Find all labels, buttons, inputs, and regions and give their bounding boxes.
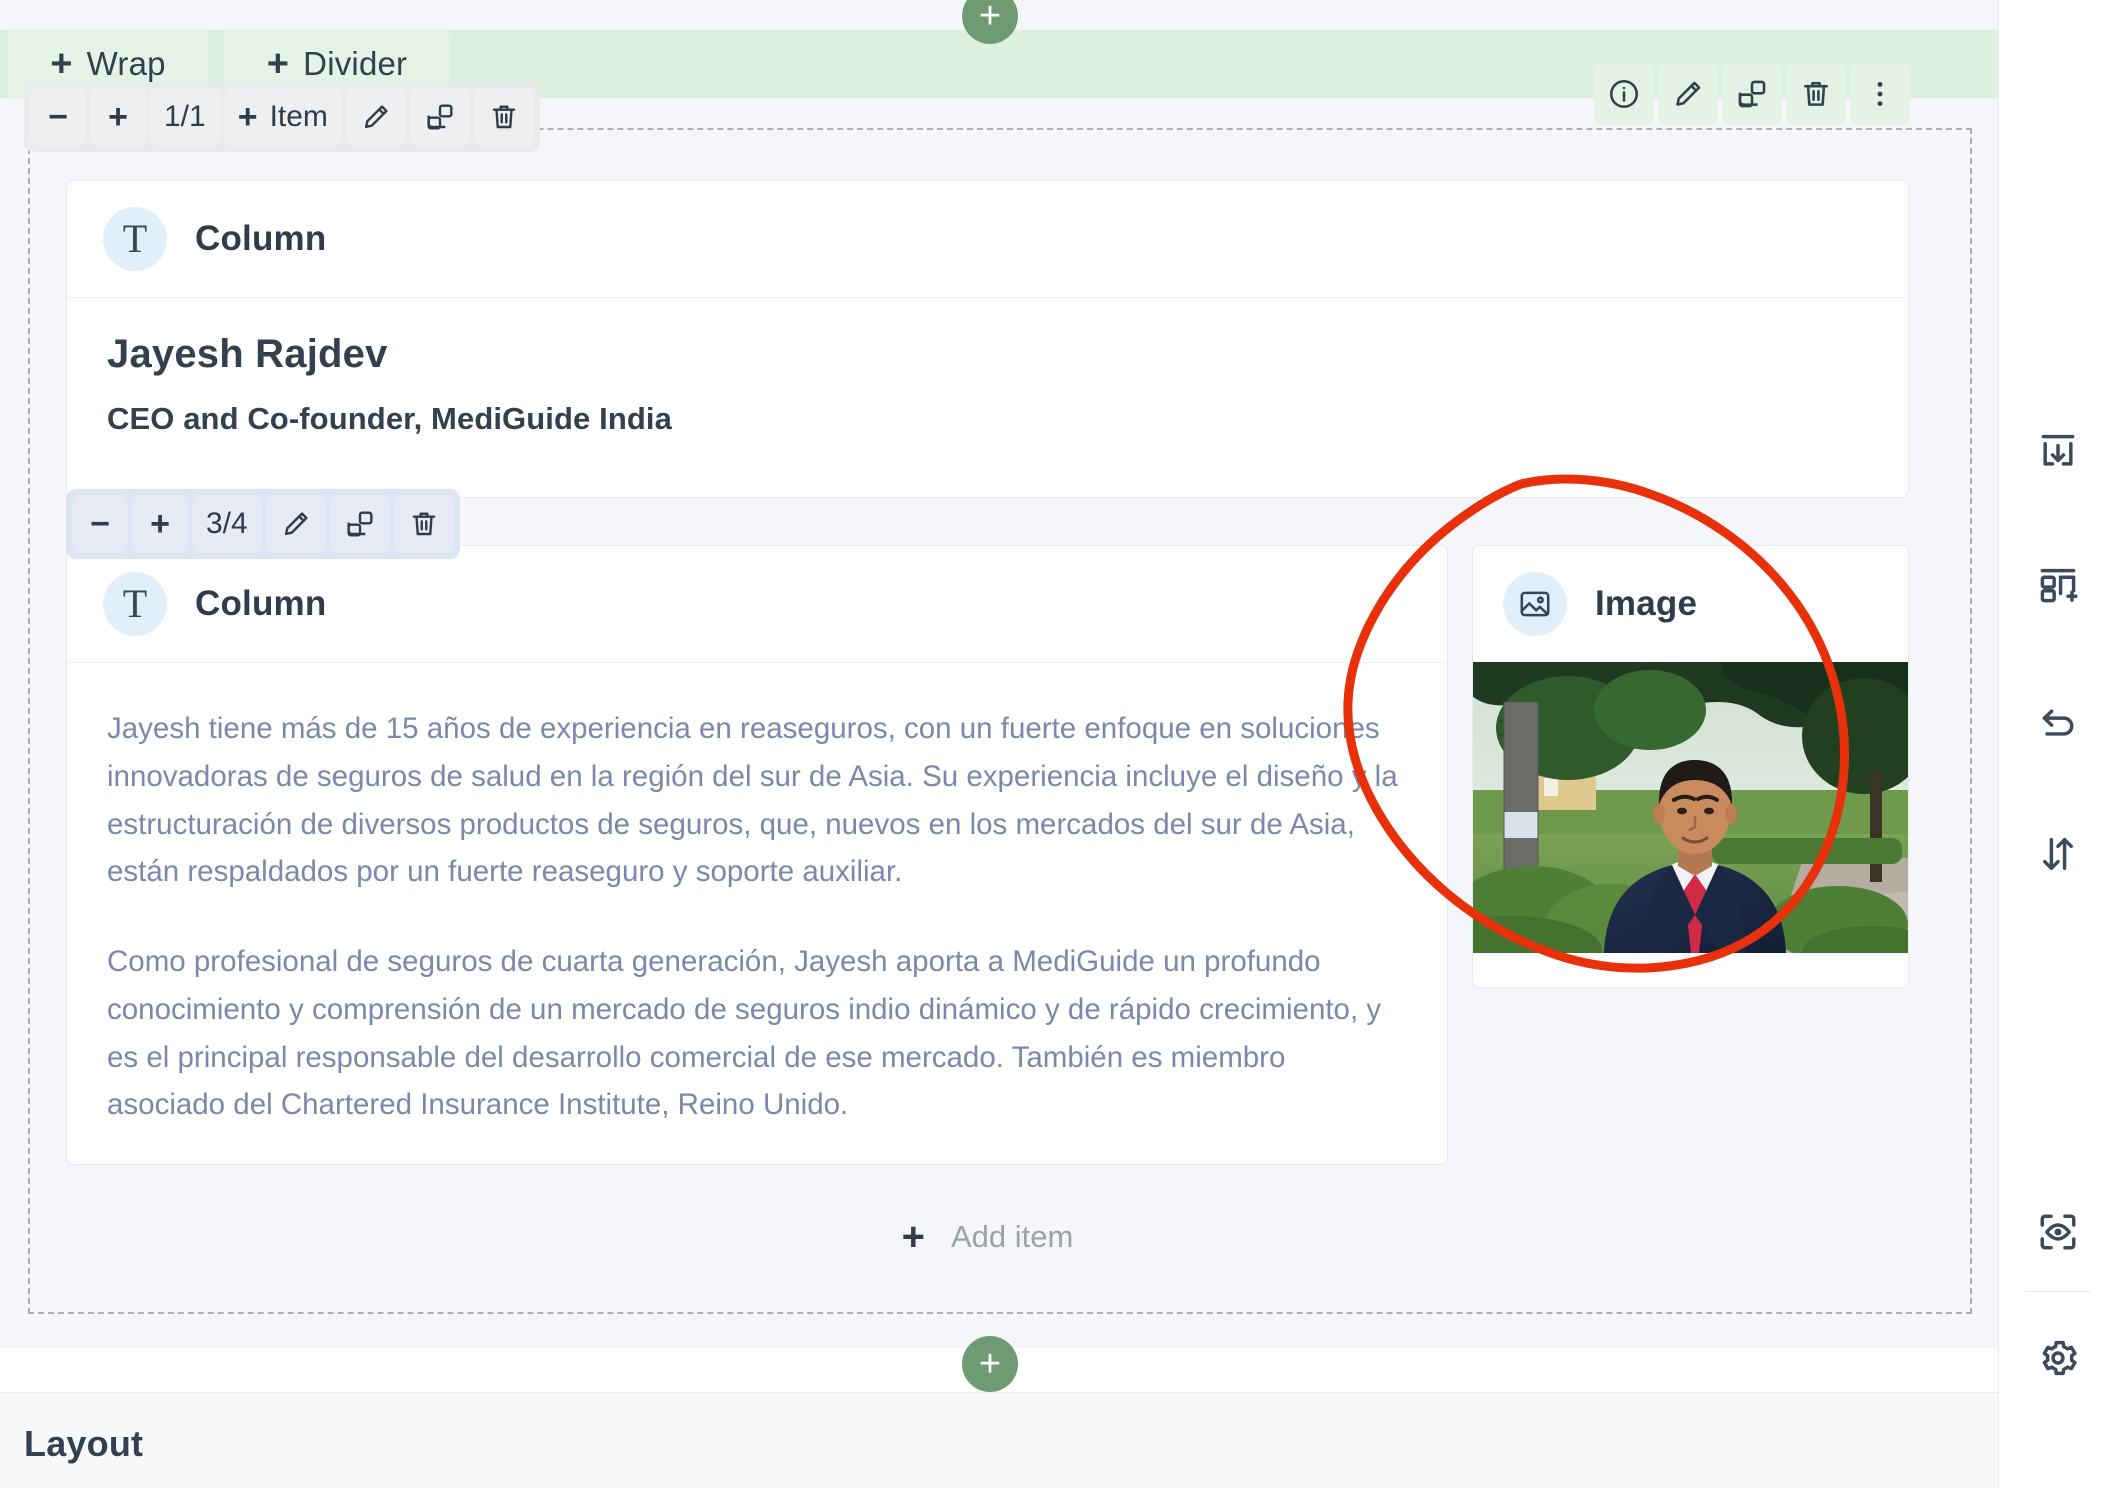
text-glyph: T: [122, 581, 148, 626]
eye-scan-icon: [2040, 1214, 2076, 1250]
info-circle-icon: [1609, 79, 1639, 109]
more-options-button[interactable]: [1850, 63, 1910, 125]
block-type-label: Image: [1595, 584, 1698, 623]
delete-button[interactable]: [1786, 63, 1846, 125]
copy-icon: [347, 511, 373, 537]
bio-paragraph: Como profesional de seguros de cuarta ge…: [107, 945, 1382, 1122]
increase-columns-button[interactable]: +: [132, 495, 188, 553]
undo-button[interactable]: [2026, 688, 2090, 752]
rail-top-group: [1999, 420, 2116, 886]
block-type-label: Column: [195, 219, 327, 258]
duplicate-row-button[interactable]: [329, 495, 390, 553]
preview-button[interactable]: [2026, 1200, 2090, 1264]
person-name: Jayesh Rajdev: [107, 332, 388, 376]
insert-box-down-icon: [2041, 434, 2075, 466]
copy-icon: [427, 104, 453, 130]
pencil-icon: [364, 105, 388, 129]
more-vertical-icon: [1877, 81, 1883, 107]
image-icon: [1503, 572, 1567, 636]
trash-icon: [1804, 81, 1828, 106]
edit-row-button[interactable]: [345, 88, 406, 146]
duplicate-row-button[interactable]: [409, 88, 470, 146]
trash-icon: [412, 512, 435, 536]
sort-updown-icon: [2043, 837, 2073, 871]
section-actions: [1594, 60, 1910, 128]
duplicate-button[interactable]: [1722, 63, 1782, 125]
row-toolbar-2: − + 3/4: [66, 489, 460, 559]
pencil-icon: [284, 512, 308, 536]
column-block-name[interactable]: T Column Jayesh Rajdev CEO and Co-founde…: [66, 180, 1909, 498]
block-body: Jayesh Rajdev CEO and Co-founder, MediGu…: [67, 298, 1908, 437]
editor-screen: + Wrap + Divider + + T Column Jayesh Raj…: [0, 0, 2116, 1488]
add-item-toolbar-label: Item: [269, 100, 328, 133]
edit-button[interactable]: [1658, 63, 1718, 125]
block-header: Image: [1473, 546, 1908, 662]
ratio-label: 1/1: [164, 100, 206, 133]
decrease-columns-button[interactable]: −: [30, 88, 86, 146]
bottom-panel: Layout: [0, 1392, 1998, 1488]
add-divider-label: Divider: [303, 45, 408, 82]
insert-below-button[interactable]: [2026, 420, 2090, 484]
trash-icon: [492, 105, 516, 129]
block-body: Jayesh tiene más de 15 años de experienc…: [67, 663, 1447, 1129]
editor-canvas: + Wrap + Divider + + T Column Jayesh Raj…: [0, 0, 1998, 1392]
decrease-columns-button[interactable]: −: [72, 495, 128, 553]
block-type-label: Column: [195, 584, 327, 623]
add-item-toolbar-button[interactable]: + Item: [223, 88, 342, 146]
gear-icon: [2042, 1340, 2077, 1376]
photo-illustration: [1473, 662, 1908, 953]
pencil-icon: [1676, 81, 1701, 106]
increase-columns-button[interactable]: +: [90, 88, 146, 146]
add-item-button[interactable]: + Add item: [66, 1200, 1909, 1274]
text-glyph: T: [122, 216, 148, 261]
right-toolbar-rail: [1998, 0, 2116, 1488]
column-block-text[interactable]: T Column Jayesh tiene más de 15 años de …: [66, 545, 1448, 1165]
layout-add-icon: [2040, 568, 2078, 603]
undo-arrow-icon: [2042, 709, 2074, 736]
copy-icon: [1738, 80, 1766, 108]
add-section-bottom-button[interactable]: +: [962, 1336, 1018, 1392]
add-item-label: Add item: [951, 1219, 1074, 1254]
block-header: T Column: [67, 181, 1908, 298]
column-ratio-value[interactable]: 1/1: [150, 88, 220, 146]
edit-row-button[interactable]: [265, 495, 326, 553]
block-header: T Column: [67, 546, 1447, 663]
portrait-photo[interactable]: [1473, 662, 1908, 953]
plus-icon: +: [978, 1343, 1002, 1385]
plus-icon: +: [978, 0, 1002, 37]
bottom-panel-title: Layout: [24, 1423, 144, 1464]
text-block-icon: T: [103, 572, 167, 636]
text-block-icon: T: [103, 207, 167, 271]
ratio-label: 3/4: [206, 507, 248, 540]
column-ratio-value[interactable]: 3/4: [192, 495, 262, 553]
settings-button[interactable]: [2026, 1326, 2090, 1390]
info-button[interactable]: [1594, 63, 1654, 125]
add-wrap-label: Wrap: [86, 45, 166, 82]
image-block[interactable]: Image: [1472, 545, 1909, 988]
add-layout-button[interactable]: [2026, 554, 2090, 618]
bio-paragraph: Jayesh tiene más de 15 años de experienc…: [107, 712, 1398, 889]
reorder-button[interactable]: [2026, 822, 2090, 886]
row-toolbar-1: − + 1/1 + Item: [24, 82, 540, 152]
rail-bottom-group: [1999, 1200, 2116, 1390]
delete-row-button[interactable]: [393, 495, 454, 553]
delete-row-button[interactable]: [473, 88, 534, 146]
person-role: CEO and Co-founder, MediGuide India: [107, 401, 672, 436]
